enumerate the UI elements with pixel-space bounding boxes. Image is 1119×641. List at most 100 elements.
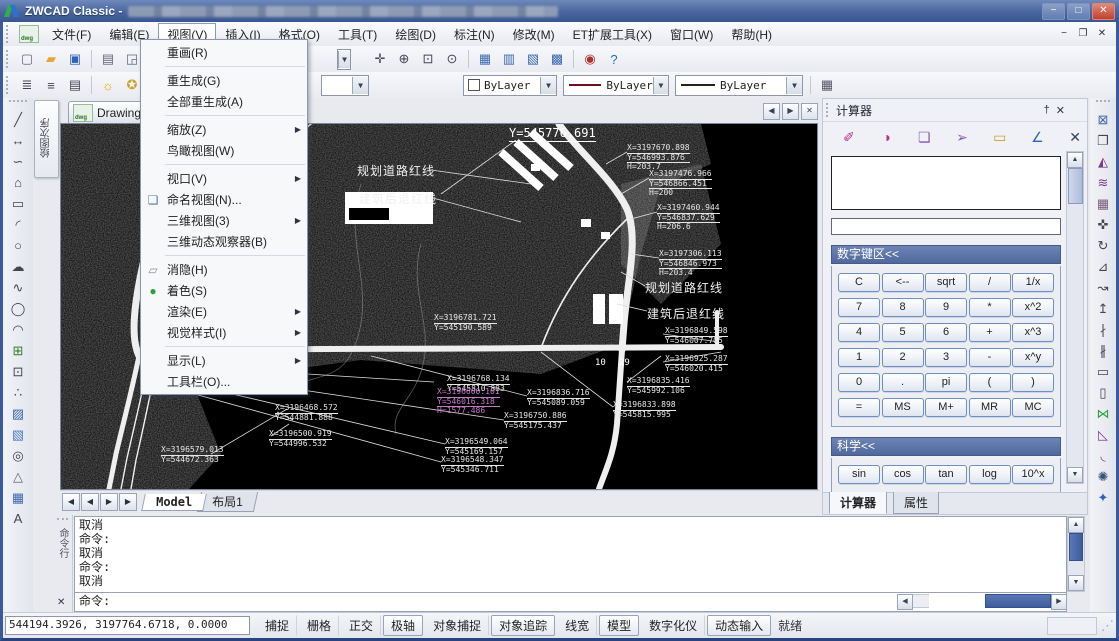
toggle-对象捕捉[interactable]: 对象捕捉 [425, 615, 489, 636]
linetype-combo[interactable]: ByLayer ▼ [563, 75, 669, 96]
pin-icon[interactable]: † [1044, 104, 1050, 117]
menu-item[interactable]: ●着色(S) [141, 280, 307, 301]
toolbar-grip[interactable] [6, 50, 12, 68]
copy-icon[interactable]: ❐ [1092, 130, 1114, 151]
revision-cloud-icon[interactable]: ☁ [7, 256, 29, 277]
erase-icon[interactable]: ⊠ [1092, 109, 1114, 130]
help-icon[interactable]: ? [603, 48, 625, 70]
dropdown-arrow-icon[interactable]: ▼ [338, 51, 350, 68]
toggle-正交[interactable]: 正交 [341, 615, 381, 636]
insert-block-icon[interactable]: ⊞ [7, 340, 29, 361]
layout-nav-3[interactable]: ▶ [119, 493, 137, 511]
clear-icon[interactable]: ✐ [838, 126, 860, 148]
scroll-thumb[interactable] [985, 594, 1051, 608]
resize-grip[interactable]: ⋰ [1101, 618, 1115, 634]
intersection-icon[interactable]: ✕ [1064, 126, 1086, 148]
calc-key-C[interactable]: C [838, 273, 880, 292]
toolbar-grip[interactable] [6, 76, 12, 94]
menu-item[interactable]: 重画(R) [141, 42, 307, 63]
calc-key-*[interactable]: * [969, 298, 1011, 317]
scroll-thumb[interactable] [1068, 168, 1083, 204]
trim-icon[interactable]: ▭ [1092, 361, 1114, 382]
tab-close-button[interactable]: ✕ [801, 103, 818, 120]
distance-icon[interactable]: ▭ [989, 126, 1011, 148]
construction-line-icon[interactable]: ↔ [7, 130, 29, 151]
zoom-realtime-icon[interactable]: ⊕ [393, 48, 415, 70]
menu-item[interactable]: 三维视图(3)▶ [141, 210, 307, 231]
layers-manager-icon[interactable]: ≣ [16, 74, 38, 96]
calc-key-sqrt[interactable]: sqrt [925, 273, 967, 292]
ellipse-arc-icon[interactable]: ◠ [7, 319, 29, 340]
calc-key-2[interactable]: 2 [882, 348, 924, 367]
minimize-button[interactable]: − [1042, 3, 1065, 20]
calc-key-5[interactable]: 5 [882, 323, 924, 342]
menu-item[interactable]: ▱消隐(H) [141, 259, 307, 280]
toggle-栅格[interactable]: 栅格 [299, 615, 339, 636]
dropdown-arrow-icon[interactable]: ▼ [540, 77, 556, 94]
calc-key-+[interactable]: + [969, 323, 1011, 342]
clear-history-icon[interactable]: ◑ [876, 126, 898, 148]
menu-item[interactable]: 视觉样式(I)▶ [141, 322, 307, 343]
angle-icon[interactable]: ∠ [1027, 126, 1049, 148]
designcenter-icon[interactable]: ▦ [474, 48, 496, 70]
offset-icon[interactable]: ≋ [1092, 172, 1114, 193]
quickcalc-icon[interactable]: ▩ [546, 48, 568, 70]
calc-key-4[interactable]: 4 [838, 323, 880, 342]
tab-scroll-left-button[interactable]: ◀ [763, 103, 780, 120]
tab-model[interactable]: Model [141, 494, 207, 511]
menu-item[interactable]: ❏命名视图(N)... [141, 189, 307, 210]
palette-grip[interactable] [826, 103, 832, 117]
rotate-icon[interactable]: ↻ [1092, 235, 1114, 256]
calc-key-8[interactable]: 8 [882, 298, 924, 317]
explode-icon[interactable]: ✺ [1092, 466, 1114, 487]
maximize-button[interactable]: □ [1067, 3, 1090, 20]
calc-key-MS[interactable]: MS [882, 398, 924, 417]
style-combo-sliver[interactable]: ▼ [337, 49, 351, 70]
scroll-thumb[interactable] [1069, 533, 1083, 561]
menu-item[interactable]: 视口(V)▶ [141, 168, 307, 189]
scroll-right-icon[interactable]: ▶ [1051, 594, 1067, 610]
command-hscrollbar[interactable]: ◀ ▶ [897, 594, 1067, 608]
menu-item[interactable]: 全部重生成(A) [141, 91, 307, 112]
calc-input-field[interactable] [831, 218, 1061, 235]
calculator-grid-icon[interactable]: ▦ [816, 74, 838, 96]
menu-绘图[interactable]: 绘图(D) [386, 23, 445, 46]
tab-properties[interactable]: 属性 [893, 492, 939, 514]
calc-key-/[interactable]: / [969, 273, 1011, 292]
toolbar-grip[interactable] [9, 100, 27, 107]
zoom-window-icon[interactable]: ⊡ [417, 48, 439, 70]
color-combo[interactable]: ByLayer ▼ [463, 75, 557, 96]
calc-key-log[interactable]: log [969, 465, 1011, 484]
mtext-icon[interactable]: A [7, 508, 29, 529]
menu-item[interactable]: 重生成(G) [141, 70, 307, 91]
palette-scrollbar[interactable]: ▲ ▼ [1066, 151, 1084, 484]
toggle-线宽[interactable]: 线宽 [557, 615, 597, 636]
toggle-捕捉[interactable]: 捕捉 [257, 615, 297, 636]
numpad-header[interactable]: 数字键区<< [831, 245, 1061, 264]
hatch-icon[interactable]: ▨ [7, 403, 29, 424]
toggle-数字化仪[interactable]: 数字化仪 [641, 615, 705, 636]
calc-key-3[interactable]: 3 [925, 348, 967, 367]
zoom-previous-icon[interactable]: ⊙ [441, 48, 463, 70]
calc-key-=[interactable]: = [838, 398, 880, 417]
doc-minimize-button[interactable]: − [1056, 27, 1072, 41]
layout-nav-2[interactable]: ▶ [100, 493, 118, 511]
open-folder-icon[interactable]: ▰ [40, 48, 62, 70]
table-icon[interactable]: ▦ [7, 487, 29, 508]
calc-key-x^3[interactable]: x^3 [1012, 323, 1054, 342]
arc-icon[interactable]: ◜ [7, 214, 29, 235]
calc-key-10^x[interactable]: 10^x [1012, 465, 1054, 484]
edit-properties-wand-icon[interactable]: ✦ [1092, 487, 1114, 508]
command-vscrollbar[interactable]: ▲ ▼ [1067, 516, 1085, 592]
scroll-down-icon[interactable]: ▼ [1068, 575, 1084, 591]
menu-item[interactable]: 三维动态观察器(B) [141, 231, 307, 252]
command-grip[interactable] [57, 518, 68, 525]
menu-item[interactable]: 渲染(E)▶ [141, 301, 307, 322]
close-button[interactable]: ✕ [1092, 3, 1115, 20]
calc-key--[interactable]: - [969, 348, 1011, 367]
find-icon[interactable]: ◉ [579, 48, 601, 70]
chamfer-icon[interactable]: ◺ [1092, 424, 1114, 445]
tab-scroll-right-button[interactable]: ▶ [782, 103, 799, 120]
calc-key-x^y[interactable]: x^y [1012, 348, 1054, 367]
paste-to-command-icon[interactable]: ❏ [913, 126, 935, 148]
